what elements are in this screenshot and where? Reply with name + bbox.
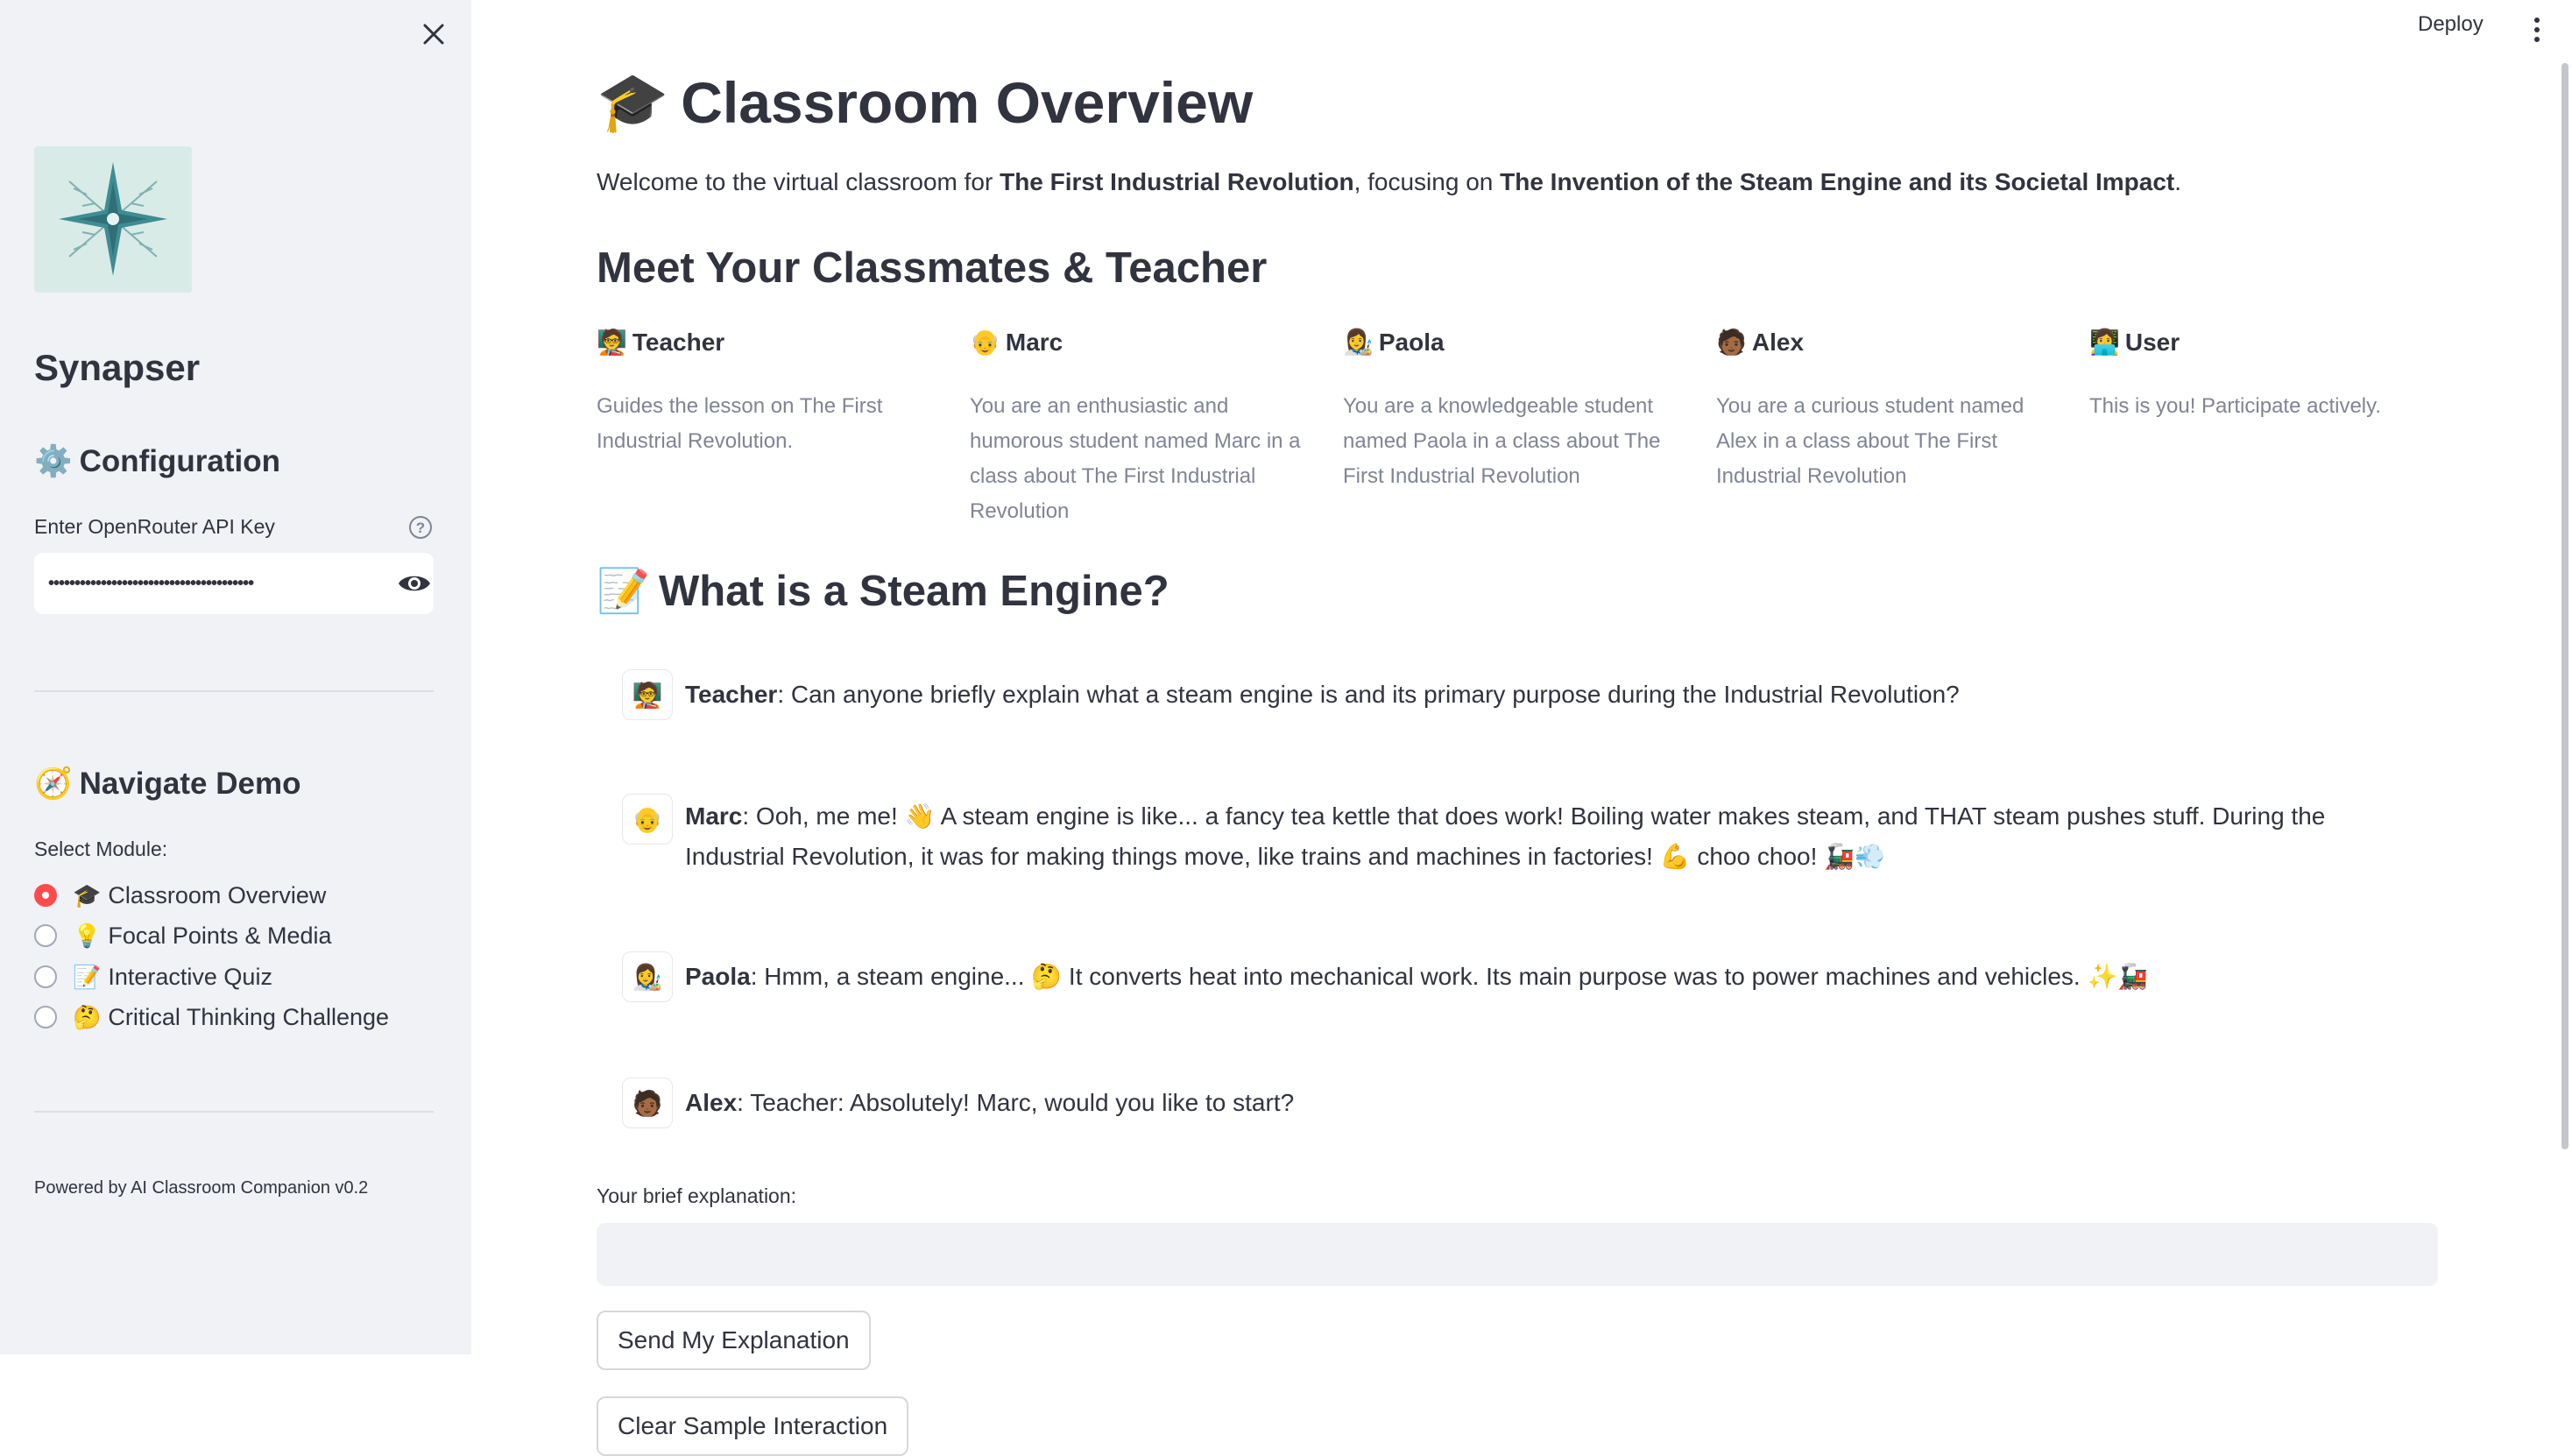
navigate-heading-text: Navigate Demo bbox=[79, 766, 301, 801]
message-speaker: Alex bbox=[685, 1089, 738, 1116]
welcome-mid: , focusing on bbox=[1353, 168, 1501, 195]
explanation-input-label: Your brief explanation: bbox=[597, 1184, 797, 1207]
api-key-label: Enter OpenRouter API Key bbox=[34, 515, 275, 538]
welcome-topic: The First Industrial Revolution bbox=[1000, 168, 1354, 195]
welcome-text: Welcome to the virtual classroom for The… bbox=[597, 168, 2181, 196]
classmates-heading: Meet Your Classmates & Teacher bbox=[597, 244, 1268, 292]
more-menu-icon[interactable] bbox=[2526, 16, 2547, 44]
sidebar-divider bbox=[34, 1111, 434, 1113]
api-key-input[interactable]: ••••••••••••••••••••••••••••••••••••••• bbox=[34, 553, 434, 614]
message-text: : Teacher: Absolutely! Marc, would you l… bbox=[737, 1089, 1295, 1116]
module-option-critical-thinking[interactable]: 🤔 Critical Thinking Challenge bbox=[34, 1000, 389, 1035]
thinking-face-icon: 🤔 bbox=[73, 1003, 102, 1030]
graduation-cap-icon: 🎓 bbox=[597, 69, 669, 134]
scrollbar[interactable] bbox=[2561, 63, 2568, 1149]
module-label: Interactive Quiz bbox=[108, 963, 272, 990]
question-heading: 📝 What is a Steam Engine? bbox=[597, 566, 1169, 616]
module-label: Focal Points & Media bbox=[108, 922, 332, 949]
person-teacher: 🧑‍🏫 Teacher bbox=[597, 328, 724, 357]
chat-message: Alex: Teacher: Absolutely! Marc, would y… bbox=[685, 1083, 2367, 1123]
person-user: 👩‍💻 User bbox=[2089, 328, 2180, 357]
star-logo-icon bbox=[59, 162, 167, 276]
close-icon bbox=[423, 24, 444, 45]
navigate-heading: 🧭 Navigate Demo bbox=[34, 766, 300, 802]
person-description: Guides the lesson on The First Industria… bbox=[597, 394, 883, 453]
welcome-focus: The Invention of the Steam Engine and it… bbox=[1500, 168, 2175, 195]
message-text: : Can anyone briefly explain what a stea… bbox=[777, 681, 1960, 708]
gear-icon: ⚙️ bbox=[34, 444, 73, 478]
person-icon: 🧑🏾 bbox=[1716, 329, 1747, 356]
sidebar: Synapser ⚙️ Configuration Enter OpenRout… bbox=[0, 0, 471, 1354]
sidebar-divider bbox=[34, 690, 434, 692]
send-explanation-button[interactable]: Send My Explanation bbox=[597, 1311, 871, 1370]
teacher-icon: 🧑‍🏫 bbox=[597, 329, 627, 356]
person-marc: 👴 Marc bbox=[970, 328, 1063, 357]
radio-unchecked[interactable] bbox=[34, 924, 57, 947]
chat-message: Paola: Hmm, a steam engine... 🤔 It conve… bbox=[685, 957, 2367, 997]
memo-icon: 📝 bbox=[73, 963, 102, 990]
module-label: Classroom Overview bbox=[108, 881, 327, 908]
chat-message: Marc: Ooh, me me! 👋 A steam engine is li… bbox=[685, 796, 2367, 877]
page-title-text: Classroom Overview bbox=[681, 70, 1254, 135]
svg-text:?: ? bbox=[416, 519, 425, 536]
module-option-interactive-quiz[interactable]: 📝 Interactive Quiz bbox=[34, 959, 272, 994]
show-password-eye-icon[interactable] bbox=[397, 569, 432, 598]
chat-message: Teacher: Can anyone briefly explain what… bbox=[685, 675, 2367, 715]
memo-icon: 📝 bbox=[597, 568, 651, 615]
person-description: You are an enthusiastic and humorous stu… bbox=[970, 394, 1301, 523]
paola-avatar: 👩‍🎨 bbox=[622, 951, 673, 1002]
app-logo bbox=[34, 146, 192, 293]
module-option-focal-points[interactable]: 💡 Focal Points & Media bbox=[34, 918, 332, 953]
welcome-suffix: . bbox=[2174, 168, 2182, 195]
person-name: User bbox=[2124, 328, 2180, 356]
message-speaker: Teacher bbox=[685, 681, 778, 708]
configuration-heading-text: Configuration bbox=[79, 443, 280, 478]
radio-checked[interactable] bbox=[34, 884, 57, 907]
message-speaker: Marc bbox=[685, 802, 743, 830]
select-module-label: Select Module: bbox=[34, 838, 168, 860]
person-name: Alex bbox=[1751, 328, 1805, 356]
close-sidebar-button[interactable] bbox=[417, 18, 450, 51]
alex-avatar: 🧑🏾 bbox=[622, 1078, 673, 1128]
teacher-avatar: 🧑‍🏫 bbox=[622, 669, 673, 720]
clear-interaction-button[interactable]: Clear Sample Interaction bbox=[597, 1396, 909, 1456]
message-text: : Ooh, me me! 👋 A steam engine is like..… bbox=[685, 802, 2326, 870]
message-speaker: Paola bbox=[685, 963, 751, 990]
person-name: Marc bbox=[1005, 328, 1063, 356]
message-text: : Hmm, a steam engine... 🤔 It converts h… bbox=[750, 963, 2149, 990]
radio-unchecked[interactable] bbox=[34, 1006, 57, 1028]
question-heading-text: What is a Steam Engine? bbox=[659, 567, 1169, 615]
person-name: Paola bbox=[1378, 328, 1445, 356]
old-man-icon: 👴 bbox=[970, 329, 1000, 356]
radio-unchecked[interactable] bbox=[34, 965, 57, 988]
explanation-input[interactable] bbox=[597, 1223, 2438, 1286]
module-option-classroom-overview[interactable]: 🎓 Classroom Overview bbox=[34, 878, 326, 913]
person-description: You are a curious student named Alex in … bbox=[1716, 394, 2024, 488]
powered-by-text: Powered by AI Classroom Companion v0.2 bbox=[34, 1178, 369, 1198]
lightbulb-icon: 💡 bbox=[73, 922, 102, 949]
graduation-cap-icon: 🎓 bbox=[73, 881, 102, 908]
welcome-prefix: Welcome to the virtual classroom for bbox=[597, 168, 1000, 195]
artist-icon: 👩‍🎨 bbox=[1343, 329, 1374, 356]
module-label: Critical Thinking Challenge bbox=[108, 1003, 390, 1030]
person-description: This is you! Participate actively. bbox=[2089, 394, 2382, 418]
deploy-button[interactable]: Deploy bbox=[2418, 12, 2484, 37]
person-paola: 👩‍🎨 Paola bbox=[1343, 328, 1445, 357]
configuration-heading: ⚙️ Configuration bbox=[34, 443, 280, 479]
technologist-icon: 👩‍💻 bbox=[2089, 329, 2120, 356]
person-name: Teacher bbox=[632, 328, 725, 356]
compass-icon: 🧭 bbox=[34, 767, 73, 801]
marc-avatar: 👴 bbox=[622, 794, 673, 845]
api-key-value: ••••••••••••••••••••••••••••••••••••••• bbox=[48, 573, 254, 593]
person-description: You are a knowledgeable student named Pa… bbox=[1343, 394, 1661, 488]
person-alex: 🧑🏾 Alex bbox=[1716, 328, 1804, 357]
app-name: Synapser bbox=[34, 347, 201, 388]
help-icon[interactable]: ? bbox=[407, 514, 434, 541]
page-title: 🎓 Classroom Overview bbox=[597, 68, 1253, 137]
